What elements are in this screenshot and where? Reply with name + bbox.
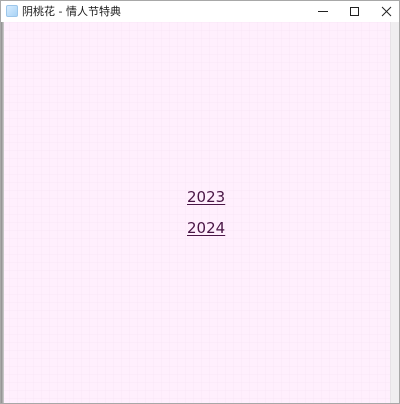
- close-icon: [381, 6, 392, 17]
- maximize-button[interactable]: [339, 1, 371, 22]
- year-list: 2023 2024: [1, 22, 390, 403]
- app-icon: [6, 5, 18, 17]
- title-bar[interactable]: 阴桃花 - 情人节特典: [1, 1, 399, 22]
- vertical-scrollbar[interactable]: [390, 22, 399, 403]
- minimize-icon: [318, 11, 328, 12]
- year-link-2023[interactable]: 2023: [187, 188, 225, 206]
- window-title: 阴桃花 - 情人节特典: [22, 5, 121, 18]
- app-window: 阴桃花 - 情人节特典 2023 2024: [0, 0, 400, 404]
- maximize-icon: [350, 7, 359, 16]
- close-button[interactable]: [370, 1, 400, 22]
- year-link-2024[interactable]: 2024: [187, 219, 225, 237]
- minimize-button[interactable]: [307, 1, 339, 22]
- content-area: 2023 2024: [1, 22, 399, 403]
- window-left-edge: [1, 22, 4, 403]
